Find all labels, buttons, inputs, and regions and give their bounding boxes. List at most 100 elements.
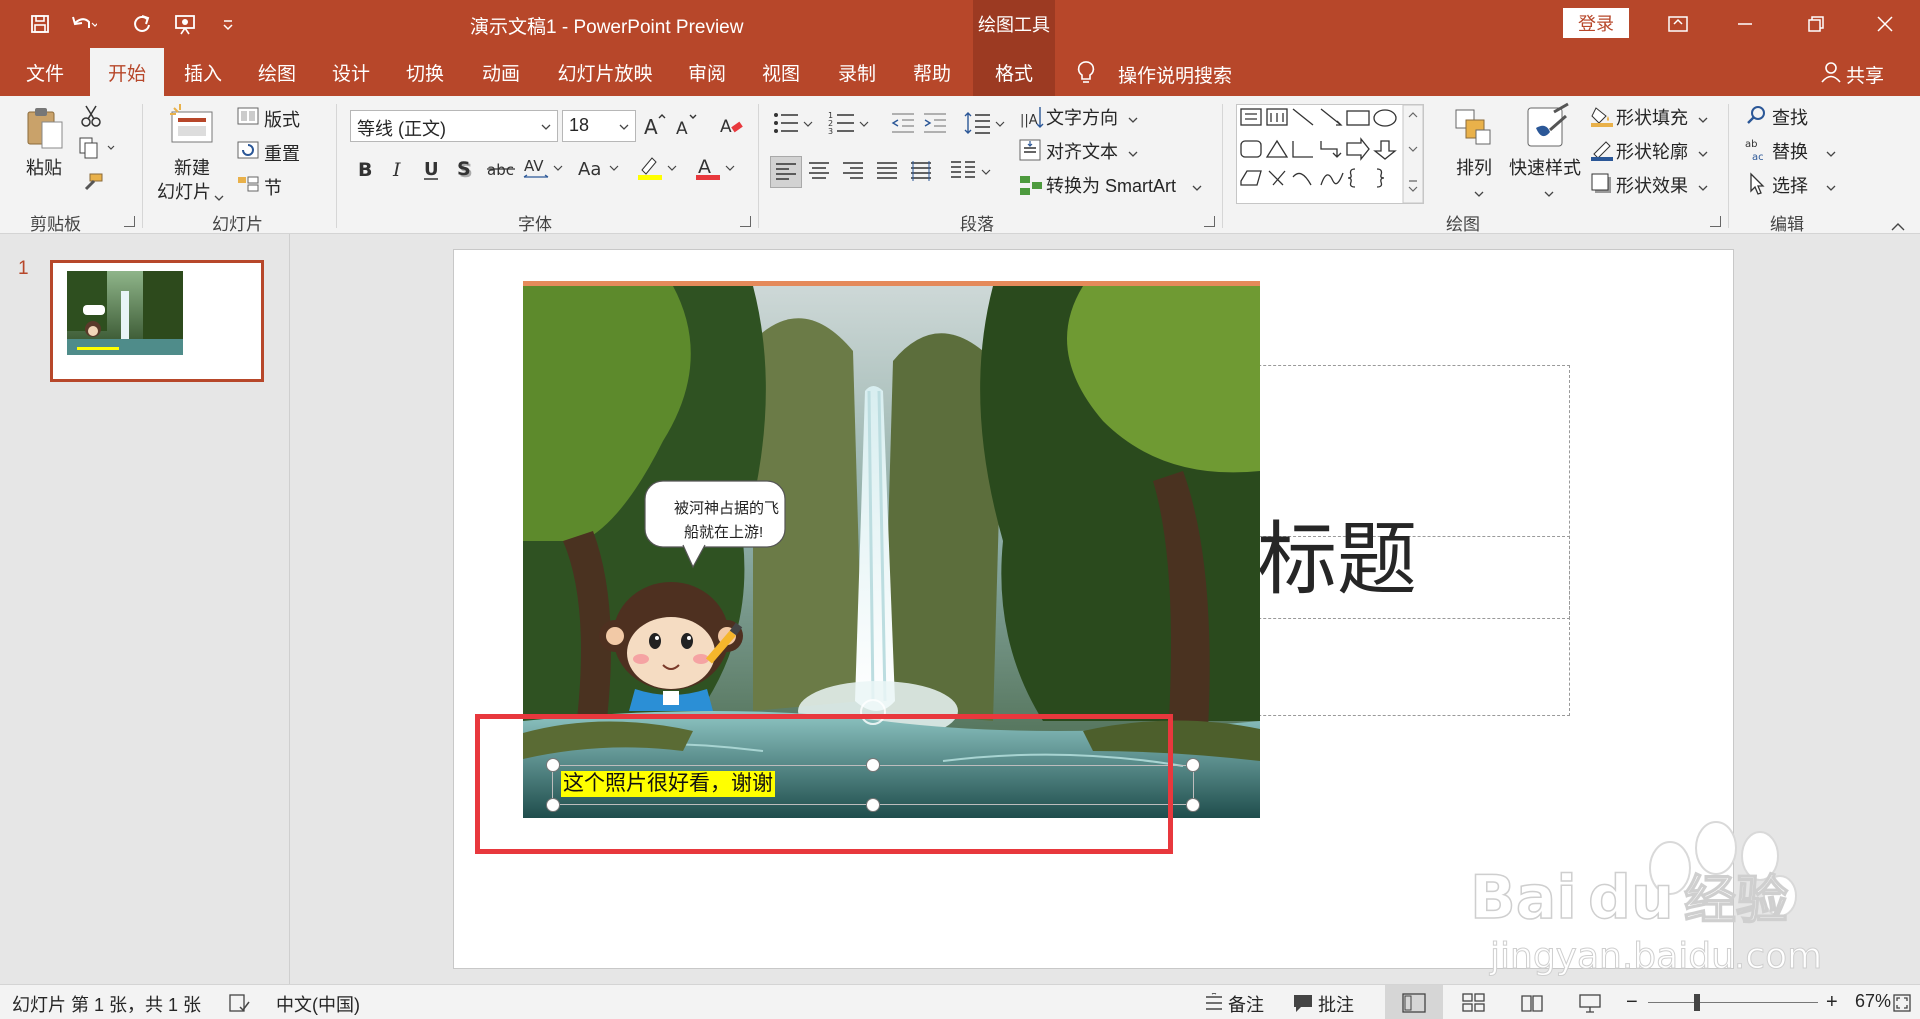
select-button[interactable]: 选择 xyxy=(1772,172,1808,198)
shape-effects-button[interactable]: 形状效果 xyxy=(1616,172,1688,198)
tab-help[interactable]: 帮助 xyxy=(897,48,967,96)
login-button[interactable]: 登录 xyxy=(1563,8,1629,38)
tab-view[interactable]: 视图 xyxy=(746,48,816,96)
ribbon-display-options-icon[interactable] xyxy=(1655,6,1701,42)
shape-fill-icon[interactable] xyxy=(1590,104,1614,133)
format-painter-icon[interactable] xyxy=(80,172,104,199)
zoom-in-icon[interactable]: + xyxy=(1826,991,1838,1014)
tab-format[interactable]: 格式 xyxy=(973,48,1055,96)
tab-design[interactable]: 设计 xyxy=(316,48,386,96)
chevron-down-icon[interactable] xyxy=(1128,142,1138,163)
replace-icon[interactable]: ab ac xyxy=(1744,136,1770,167)
copy-icon[interactable] xyxy=(78,136,118,165)
new-slide-label-2[interactable]: 幻灯片 xyxy=(157,178,211,204)
person-icon[interactable] xyxy=(1820,61,1842,88)
chevron-down-icon[interactable] xyxy=(1474,182,1484,203)
text-direction-button[interactable]: 文字方向 xyxy=(1046,104,1118,130)
drawing-dialog-launcher[interactable] xyxy=(1710,216,1721,227)
shape-effects-icon[interactable] xyxy=(1590,172,1614,201)
italic-icon[interactable]: I xyxy=(388,156,410,187)
paste-label[interactable]: 粘贴 xyxy=(26,154,62,180)
zoom-slider-track[interactable] xyxy=(1648,1002,1818,1003)
decrease-indent-icon[interactable] xyxy=(890,110,916,141)
new-slide-icon[interactable] xyxy=(166,102,218,155)
select-cursor-icon[interactable] xyxy=(1746,172,1768,201)
chevron-down-icon[interactable] xyxy=(1698,108,1708,129)
replace-button[interactable]: 替换 xyxy=(1772,138,1808,164)
chevron-down-icon[interactable] xyxy=(1544,182,1554,203)
tab-home[interactable]: 开始 xyxy=(90,48,164,96)
save-icon[interactable] xyxy=(22,10,58,38)
section-button[interactable]: 节 xyxy=(264,174,282,200)
clear-formatting-icon[interactable]: A xyxy=(718,112,744,143)
quick-styles-button[interactable]: 快速样式 xyxy=(1509,154,1581,180)
undo-icon[interactable] xyxy=(66,10,102,38)
slide-sorter-icon[interactable] xyxy=(1462,993,1486,1018)
line-spacing-icon[interactable] xyxy=(964,110,1008,141)
layout-icon[interactable] xyxy=(236,106,260,131)
find-button[interactable]: 查找 xyxy=(1772,104,1808,130)
numbering-icon[interactable]: 123 xyxy=(828,110,872,141)
arrange-button[interactable]: 排列 xyxy=(1456,154,1492,180)
change-case-icon[interactable]: Aa xyxy=(576,154,622,187)
quick-styles-icon[interactable] xyxy=(1524,102,1572,157)
tab-transitions[interactable]: 切换 xyxy=(390,48,460,96)
shapes-gallery[interactable] xyxy=(1236,104,1424,204)
comments-button[interactable]: 批注 xyxy=(1318,991,1354,1017)
character-spacing-icon[interactable]: AV xyxy=(522,154,566,187)
find-icon[interactable] xyxy=(1746,104,1768,131)
shadow-icon[interactable]: SS xyxy=(454,156,476,187)
chevron-down-icon[interactable] xyxy=(1826,176,1836,197)
highlight-color-icon[interactable] xyxy=(636,154,682,187)
layout-button[interactable]: 版式 xyxy=(264,106,300,132)
font-size-select[interactable]: 18 xyxy=(562,110,636,142)
reading-view-icon[interactable] xyxy=(1520,993,1544,1018)
customize-qat-icon[interactable] xyxy=(210,10,246,38)
chevron-down-icon[interactable] xyxy=(1192,176,1202,197)
close-icon[interactable] xyxy=(1862,6,1908,42)
normal-view-icon[interactable] xyxy=(1385,985,1443,1019)
align-center-icon[interactable] xyxy=(808,160,830,187)
chevron-down-icon[interactable] xyxy=(1128,108,1138,129)
tab-draw[interactable]: 绘图 xyxy=(242,48,312,96)
convert-smartart-button[interactable]: 转换为 SmartArt xyxy=(1046,172,1176,198)
language-indicator[interactable]: 中文(中国) xyxy=(276,991,360,1017)
notes-icon[interactable] xyxy=(1204,992,1224,1018)
decrease-font-size-icon[interactable]: A xyxy=(674,112,700,143)
chevron-down-icon[interactable] xyxy=(1698,176,1708,197)
distributed-icon[interactable] xyxy=(910,160,932,187)
notes-button[interactable]: 备注 xyxy=(1228,991,1264,1017)
tell-me-search[interactable]: 操作说明搜索 xyxy=(1118,61,1232,88)
slideshow-view-icon[interactable] xyxy=(1578,993,1602,1018)
font-color-icon[interactable]: A xyxy=(694,154,740,187)
section-icon[interactable] xyxy=(236,174,260,199)
paragraph-dialog-launcher[interactable] xyxy=(1204,216,1215,227)
bold-icon[interactable]: B xyxy=(354,156,376,187)
present-icon[interactable] xyxy=(168,10,204,38)
cut-icon[interactable] xyxy=(80,104,102,133)
slide-thumbnail[interactable] xyxy=(50,260,264,382)
chevron-down-icon[interactable] xyxy=(1698,142,1708,163)
chevron-down-icon[interactable] xyxy=(1826,142,1836,163)
smartart-icon[interactable] xyxy=(1018,172,1044,203)
tab-file[interactable]: 文件 xyxy=(10,48,80,96)
zoom-slider-thumb[interactable] xyxy=(1694,994,1700,1011)
text-direction-icon[interactable]: ||A xyxy=(1018,104,1044,135)
arrange-icon[interactable] xyxy=(1452,104,1496,157)
lightbulb-icon[interactable] xyxy=(1075,60,1097,91)
restore-icon[interactable] xyxy=(1793,6,1839,42)
share-button[interactable]: 共享 xyxy=(1846,61,1884,88)
font-name-select[interactable]: 等线 (正文) xyxy=(350,110,558,142)
zoom-level[interactable]: 67% xyxy=(1855,991,1891,1012)
align-text-button[interactable]: 对齐文本 xyxy=(1046,138,1118,164)
comments-icon[interactable] xyxy=(1292,993,1314,1018)
font-dialog-launcher[interactable] xyxy=(740,216,751,227)
zoom-out-icon[interactable]: − xyxy=(1626,991,1638,1014)
accessibility-icon[interactable] xyxy=(228,993,250,1018)
shape-fill-button[interactable]: 形状填充 xyxy=(1616,104,1688,130)
align-text-icon[interactable] xyxy=(1018,138,1044,169)
tab-review[interactable]: 审阅 xyxy=(672,48,742,96)
minimize-icon[interactable] xyxy=(1722,6,1768,42)
align-left-icon[interactable] xyxy=(770,156,802,188)
resize-handle[interactable] xyxy=(1186,798,1200,812)
